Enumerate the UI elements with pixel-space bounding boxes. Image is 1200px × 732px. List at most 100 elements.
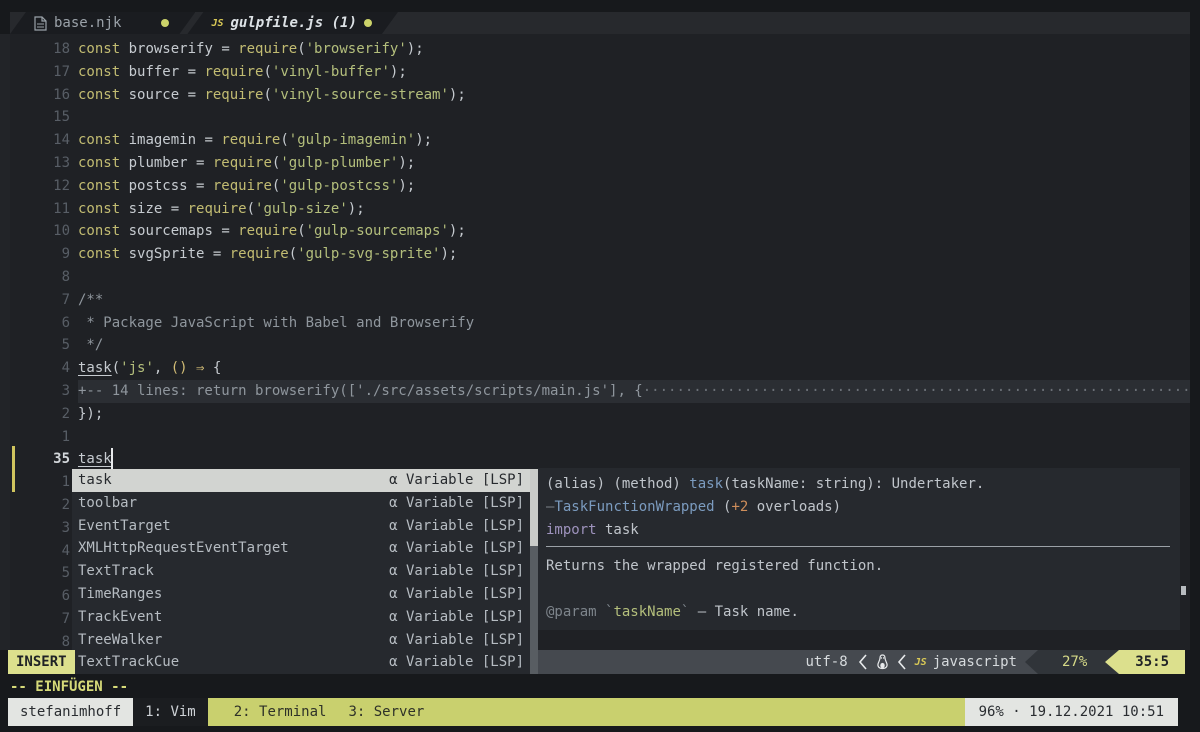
- code-token: );: [407, 41, 424, 57]
- line-text: [78, 106, 1190, 129]
- docs-line: @param `taskName` — Task name.: [546, 601, 1170, 624]
- tmux-window-3[interactable]: 3: Server: [326, 704, 424, 720]
- completion-item[interactable]: TrackEventα Variable [LSP]: [72, 606, 538, 629]
- code-line[interactable]: 14const imagemin = require('gulp-imagemi…: [10, 129, 1190, 152]
- line-number: 9: [10, 243, 70, 266]
- code-line[interactable]: 13const plumber = require('gulp-plumber'…: [10, 152, 1190, 175]
- docs-line: –TaskFunctionWrapped (+2 overloads): [546, 496, 1170, 519]
- code-token: =: [196, 178, 213, 194]
- tmux-window-1[interactable]: 1: Vim: [133, 698, 208, 726]
- code-token: =: [221, 41, 238, 57]
- line-text: +-- 14 lines: return browserify(['./src/…: [78, 380, 1190, 403]
- code-line[interactable]: 11const size = require('gulp-size');: [10, 198, 1190, 221]
- code-token: 'gulp-plumber': [280, 155, 398, 171]
- completion-kind: α Variable [LSP]: [389, 560, 524, 583]
- line-number: 7: [10, 289, 70, 312]
- code-line[interactable]: 4task('js', () ⇒ {: [10, 357, 1190, 380]
- code-line[interactable]: 5 */: [10, 334, 1190, 357]
- completion-kind: α Variable [LSP]: [389, 629, 524, 652]
- code-token: require: [238, 41, 297, 57]
- completion-kind: α Variable [LSP]: [389, 469, 524, 492]
- code-token: require: [238, 223, 297, 239]
- code-token: const: [78, 178, 120, 194]
- powerline-separator: [1105, 650, 1119, 674]
- code-token: const: [78, 41, 120, 57]
- line-number: 12: [10, 175, 70, 198]
- code-line[interactable]: 18const browserify = require('browserify…: [10, 38, 1190, 61]
- completion-label: TextTrackCue: [78, 651, 389, 674]
- code-line[interactable]: 17const buffer = require('vinyl-buffer')…: [10, 61, 1190, 84]
- line-number: 14: [10, 129, 70, 152]
- completion-item[interactable]: TextTrackCueα Variable [LSP]: [72, 651, 538, 674]
- line-number: 3: [10, 380, 70, 403]
- code-token: @param: [546, 604, 605, 620]
- insert-cursor: [111, 448, 113, 469]
- tmux-session-name: stefanimhoff: [8, 698, 133, 726]
- line-text: /**: [78, 289, 1190, 312]
- line-number: 18: [10, 38, 70, 61]
- popup-scrollbar-thumb[interactable]: [530, 469, 538, 546]
- completion-label: TrackEvent: [78, 606, 389, 629]
- line-number: 7: [10, 608, 70, 631]
- completion-kind: α Variable [LSP]: [389, 583, 524, 606]
- completion-item[interactable]: taskα Variable [LSP]: [72, 469, 538, 492]
- line-text: const sourcemaps = require('gulp-sourcem…: [78, 220, 1190, 243]
- code-line[interactable]: 6 * Package JavaScript with Babel and Br…: [10, 312, 1190, 335]
- powerline-separator: [1025, 650, 1038, 674]
- completion-item[interactable]: EventTargetα Variable [LSP]: [72, 515, 538, 538]
- docs-line: [546, 578, 1170, 601]
- tab-gulpfile-js[interactable]: JS gulpfile.js (1): [187, 12, 397, 34]
- line-number: 5: [10, 562, 70, 585]
- code-token: require: [230, 246, 289, 262]
- code-token: (: [263, 64, 271, 80]
- code-line[interactable]: 7 /**: [10, 289, 1190, 312]
- code-token: task: [689, 476, 723, 492]
- code-token: );: [390, 64, 407, 80]
- file-icon: [34, 16, 47, 31]
- code-token: =: [171, 201, 188, 217]
- tmux-window-2[interactable]: 2: Terminal: [220, 704, 327, 720]
- code-line[interactable]: 1: [10, 426, 1190, 449]
- code-line[interactable]: 12const postcss = require('gulp-postcss'…: [10, 175, 1190, 198]
- folded-line[interactable]: 3 +-- 14 lines: return browserify(['./src…: [10, 380, 1190, 403]
- line-text: });: [78, 403, 1190, 426]
- code-line[interactable]: 8: [10, 266, 1190, 289]
- completion-label: toolbar: [78, 492, 389, 515]
- code-token: require: [221, 132, 280, 148]
- completion-item[interactable]: toolbarα Variable [LSP]: [72, 492, 538, 515]
- code-token: task: [78, 451, 112, 467]
- tab-label: base.njk: [54, 15, 121, 31]
- completion-item[interactable]: TextTrackα Variable [LSP]: [72, 560, 538, 583]
- code-token: * Package JavaScript with Babel and Brow…: [78, 315, 474, 331]
- code-token: (: [112, 360, 120, 376]
- docs-scrollbar-thumb[interactable]: [1181, 586, 1186, 595]
- tmux-window-list: 2: Terminal 3: Server: [208, 698, 965, 726]
- code-token: 'browserify': [306, 41, 407, 57]
- code-token: buffer: [120, 64, 187, 80]
- line-number: 2: [10, 494, 70, 517]
- completion-item[interactable]: TimeRangesα Variable [LSP]: [72, 583, 538, 606]
- completion-item[interactable]: TreeWalkerα Variable [LSP]: [72, 629, 538, 652]
- code-token: 'gulp-imagemin': [289, 132, 415, 148]
- lsp-docs-float: (alias) (method) task(taskName: string):…: [538, 468, 1180, 630]
- completion-label: TimeRanges: [78, 583, 389, 606]
- code-token: );: [440, 246, 457, 262]
- code-line[interactable]: 9const svgSprite = require('gulp-svg-spr…: [10, 243, 1190, 266]
- code-line[interactable]: 16const source = require('vinyl-source-s…: [10, 84, 1190, 107]
- code-line[interactable]: 2});: [10, 403, 1190, 426]
- popup-scrollbar[interactable]: [530, 469, 538, 674]
- code-token: ········································…: [643, 383, 1190, 399]
- docs-line: Returns the wrapped registered function.: [546, 555, 1170, 578]
- terminal-screen: base.njk JS gulpfile.js (1) 18const brow…: [0, 0, 1200, 732]
- code-line[interactable]: 10const sourcemaps = require('gulp-sourc…: [10, 220, 1190, 243]
- code-token: Returns the wrapped registered function.: [546, 558, 883, 574]
- code-token: =: [188, 87, 205, 103]
- code-token: overloads): [748, 499, 841, 515]
- code-token: (: [297, 41, 305, 57]
- line-number: 8: [10, 631, 70, 650]
- tab-base-njk[interactable]: base.njk: [10, 12, 195, 34]
- code-line[interactable]: 15: [10, 106, 1190, 129]
- js-icon: JS: [211, 18, 223, 29]
- code-token: postcss: [120, 178, 196, 194]
- completion-item[interactable]: XMLHttpRequestEventTargetα Variable [LSP…: [72, 537, 538, 560]
